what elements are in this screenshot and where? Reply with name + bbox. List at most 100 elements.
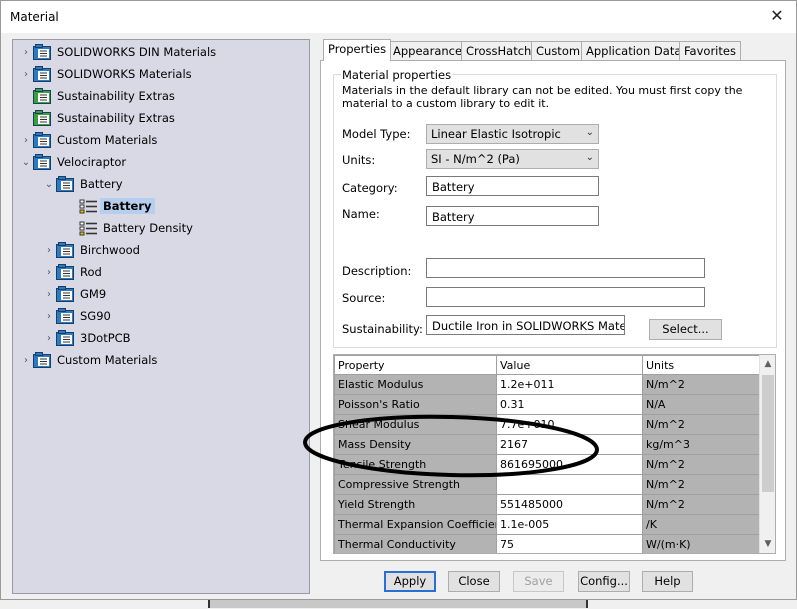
source-field[interactable]: [426, 287, 705, 307]
chevron-right-icon[interactable]: ›: [19, 64, 33, 84]
tree-item[interactable]: › Birchwood: [42, 240, 140, 260]
config-button[interactable]: Config...: [578, 571, 630, 592]
tree-item[interactable]: Battery: [65, 196, 155, 216]
tree-item[interactable]: ⌄ Velociraptor: [19, 152, 126, 172]
table-row[interactable]: Shear Modulus 7.7e+010 N/m^2: [334, 414, 761, 435]
value-cell[interactable]: [496, 474, 643, 495]
chevron-down-icon: ⌄: [585, 127, 594, 138]
category-icon: [56, 329, 80, 347]
chevron-right-icon[interactable]: ›: [42, 240, 56, 260]
property-cell: Elastic Modulus: [334, 374, 497, 395]
tree-item-label: Custom Materials: [57, 133, 158, 147]
units-value: SI - N/m^2 (Pa): [431, 152, 520, 166]
library-icon: [33, 65, 57, 83]
sustainability-field[interactable]: Ductile Iron in SOLIDWORKS Material: [426, 315, 625, 335]
chevron-right-icon[interactable]: ›: [42, 262, 56, 282]
value-cell[interactable]: 2167: [496, 434, 643, 455]
header-property[interactable]: Property: [334, 355, 497, 375]
category-label: Category:: [342, 181, 398, 195]
table-row[interactable]: Elastic Modulus 1.2e+011 N/m^2: [334, 374, 761, 395]
tree-item[interactable]: Sustainability Extras: [19, 86, 175, 106]
value-cell[interactable]: 0.31: [496, 394, 643, 415]
tree-item[interactable]: › 3DotPCB: [42, 328, 131, 348]
save-button[interactable]: Save: [513, 571, 564, 592]
model-type-select[interactable]: Linear Elastic Isotropic ⌄: [426, 124, 599, 144]
close-button[interactable]: Close: [448, 571, 500, 592]
background-window-edge: [208, 600, 588, 608]
chevron-right-icon[interactable]: ›: [19, 130, 33, 150]
units-cell: N/m^2: [642, 494, 761, 515]
grid-scrollbar[interactable]: ▲ ▼: [759, 355, 775, 553]
table-row[interactable]: Thermal Conductivity 75 W/(m·K): [334, 534, 761, 553]
table-row[interactable]: Poisson's Ratio 0.31 N/A: [334, 394, 761, 415]
tab-crosshatch[interactable]: CrossHatch: [461, 41, 537, 60]
header-units[interactable]: Units: [642, 355, 761, 375]
value-cell[interactable]: 551485000: [496, 494, 643, 515]
value-cell[interactable]: 861695000: [496, 454, 643, 475]
table-row[interactable]: Tensile Strength 861695000 N/m^2: [334, 454, 761, 475]
tree-item[interactable]: ⌄ Battery: [42, 174, 123, 194]
header-value[interactable]: Value: [496, 355, 643, 375]
library-icon: [33, 351, 57, 369]
table-row[interactable]: Thermal Expansion Coefficient 1.1e-005/K: [334, 514, 761, 535]
material-icon: [79, 220, 103, 237]
name-field[interactable]: Battery: [426, 206, 599, 226]
description-field[interactable]: [426, 258, 705, 278]
tab-favorites[interactable]: Favorites: [679, 41, 741, 60]
help-button[interactable]: Help: [642, 571, 693, 592]
units-cell: kg/m^3: [642, 434, 761, 455]
chevron-right-icon[interactable]: ›: [42, 284, 56, 304]
apply-button[interactable]: Apply: [384, 571, 436, 592]
group-title: Material properties: [341, 68, 453, 82]
tree-item[interactable]: › Custom Materials: [19, 350, 157, 370]
tree-item[interactable]: › Custom Materials: [19, 130, 157, 150]
sustainability-library-icon: [33, 87, 57, 105]
chevron-right-icon[interactable]: ›: [19, 42, 33, 62]
value-cell[interactable]: 1.2e+011: [496, 374, 643, 395]
grid-header-row: Property Value Units: [334, 355, 761, 375]
tree-item-label: Battery: [100, 198, 155, 214]
tree-item[interactable]: Battery Density: [65, 218, 193, 238]
scroll-up-icon[interactable]: ▲: [760, 356, 775, 372]
units-select[interactable]: SI - N/m^2 (Pa) ⌄: [426, 149, 599, 169]
tree-item[interactable]: › SOLIDWORKS Materials: [19, 64, 192, 84]
scroll-down-icon[interactable]: ▼: [760, 536, 775, 552]
tab-custom[interactable]: Custom: [531, 41, 586, 60]
tree-item[interactable]: › GM9: [42, 284, 106, 304]
value-cell[interactable]: 1.1e-005: [496, 514, 643, 535]
table-row[interactable]: Compressive Strength N/m^2: [334, 474, 761, 495]
value-cell[interactable]: 7.7e+010: [496, 414, 643, 435]
select-button[interactable]: Select...: [649, 319, 722, 340]
chevron-right-icon[interactable]: ›: [42, 328, 56, 348]
tree-item[interactable]: › Rod: [42, 262, 102, 282]
property-grid[interactable]: Property Value Units Elastic Modulus 1.2e…: [333, 354, 776, 554]
units-cell: N/m^2: [642, 454, 761, 475]
tab-application-data[interactable]: Application Data: [581, 41, 687, 60]
property-cell: Mass Density: [334, 434, 497, 455]
tab-properties[interactable]: Properties: [323, 39, 392, 61]
category-field[interactable]: Battery: [426, 176, 599, 196]
value-cell[interactable]: 75: [496, 534, 643, 553]
tab-appearance[interactable]: Appearance: [388, 41, 468, 60]
table-row[interactable]: Mass Density 2167 kg/m^3: [334, 434, 761, 455]
category-icon: [56, 241, 80, 259]
units-cell: N/A: [642, 394, 761, 415]
chevron-down-icon[interactable]: ⌄: [42, 174, 56, 194]
scroll-thumb[interactable]: [762, 375, 774, 492]
material-dialog: Material ✕ › SOLIDWORKS DIN Materials › SOL…: [0, 0, 797, 600]
chevron-right-icon[interactable]: ›: [19, 350, 33, 370]
tree-item[interactable]: › SG90: [42, 306, 111, 326]
tree-item[interactable]: Sustainability Extras: [19, 108, 175, 128]
library-icon: [33, 131, 57, 149]
chevron-right-icon[interactable]: ›: [42, 306, 56, 326]
chevron-down-icon[interactable]: ⌄: [19, 152, 33, 172]
tree-item-label: Sustainability Extras: [57, 89, 175, 103]
category-icon: [56, 285, 80, 303]
tree-item[interactable]: › SOLIDWORKS DIN Materials: [19, 42, 216, 62]
window-title: Material: [10, 10, 59, 24]
table-row[interactable]: Yield Strength 551485000 N/m^2: [334, 494, 761, 515]
close-icon[interactable]: ✕: [766, 5, 788, 27]
property-cell: Yield Strength: [334, 494, 497, 515]
